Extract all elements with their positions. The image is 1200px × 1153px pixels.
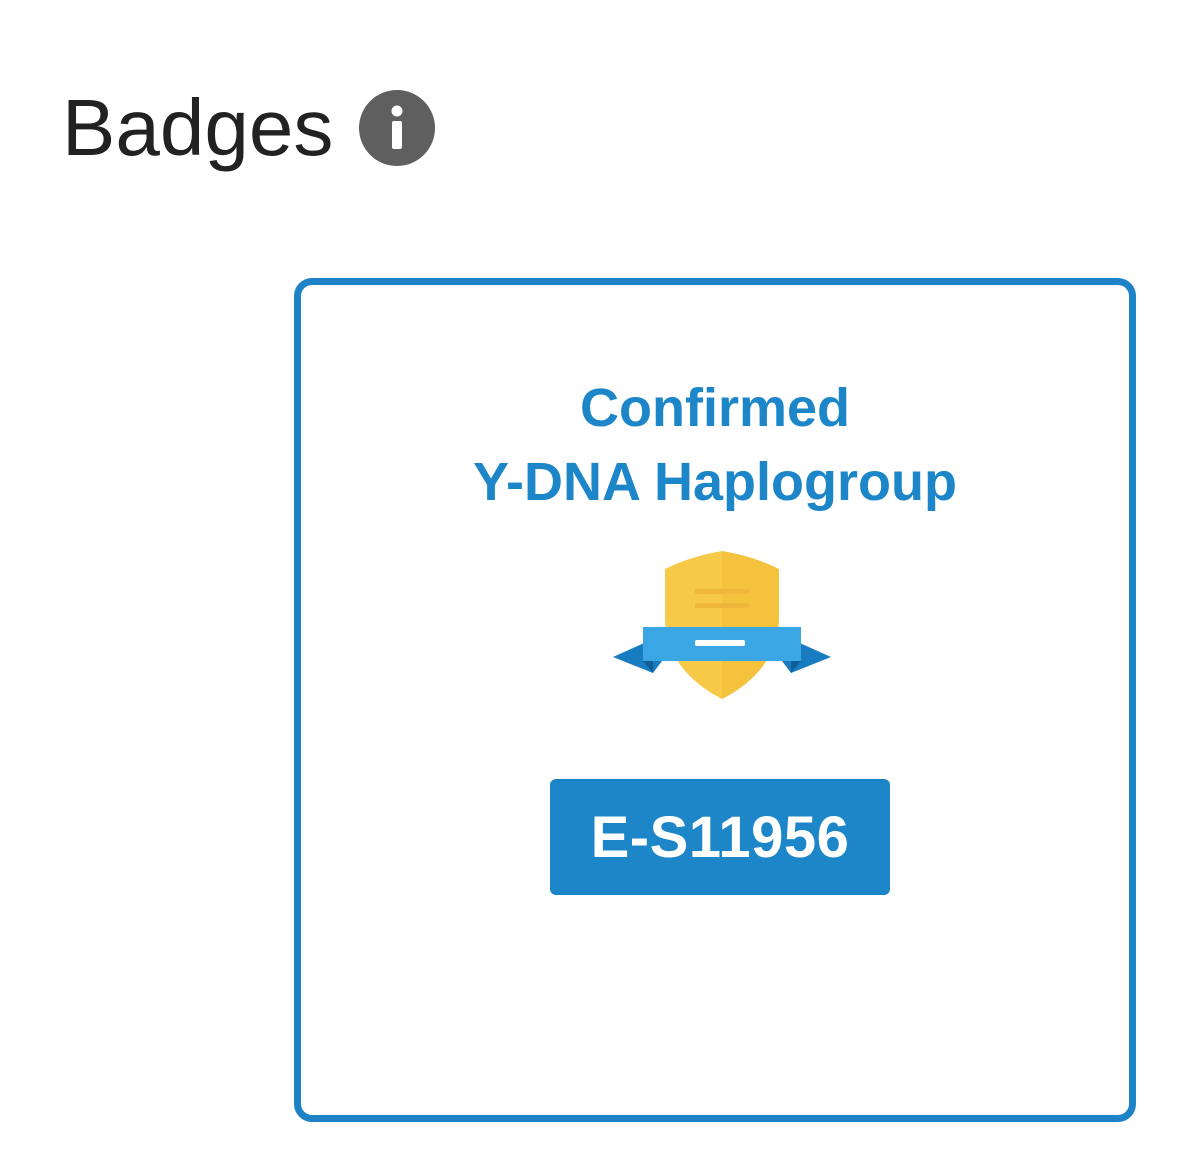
badge-title: Confirmed Y-DNA Haplogroup xyxy=(301,371,1129,519)
badge-card-ydna[interactable]: Confirmed Y-DNA Haplogroup E-S11956 xyxy=(294,278,1136,1122)
badges-header: Badges xyxy=(62,78,436,178)
haplogroup-badge: E-S11956 xyxy=(550,779,890,895)
page-title: Badges xyxy=(62,83,334,172)
badges-page: Badges Confirmed Y-DNA Haplogroup E-S119… xyxy=(0,0,1200,1153)
info-icon[interactable] xyxy=(359,90,436,166)
badge-title-line2: Y-DNA Haplogroup xyxy=(473,452,957,512)
badge-title-line1: Confirmed xyxy=(580,378,850,438)
info-glyph xyxy=(391,105,403,149)
shield-ribbon-icon xyxy=(613,547,831,705)
